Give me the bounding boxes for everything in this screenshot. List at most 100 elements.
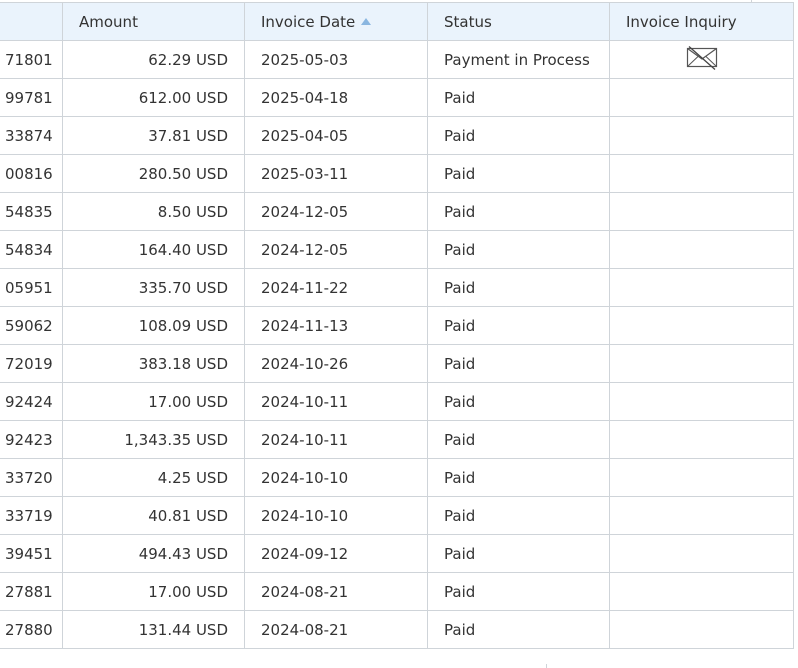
- status-cell: Paid: [427, 610, 610, 649]
- invoice-number-cell[interactable]: 54835: [0, 192, 63, 231]
- table-row[interactable]: 00816 280.50 USD 2025-03-11 Paid: [0, 154, 794, 193]
- table-row[interactable]: 33720 4.25 USD 2024-10-10 Paid: [0, 458, 794, 497]
- invoice-inquiry-cell: [609, 420, 794, 459]
- status-cell: Payment in Process: [427, 40, 610, 79]
- table-row[interactable]: 54834 164.40 USD 2024-12-05 Paid: [0, 230, 794, 269]
- column-header-invoice-number[interactable]: [0, 2, 63, 41]
- table-row[interactable]: 39451 494.43 USD 2024-09-12 Paid: [0, 534, 794, 573]
- invoice-number-cell[interactable]: 27881: [0, 572, 63, 611]
- invoice-number-cell[interactable]: 71801: [0, 40, 63, 79]
- status-cell: Paid: [427, 116, 610, 155]
- table-row[interactable]: 27880 131.44 USD 2024-08-21 Paid: [0, 610, 794, 649]
- invoice-number-cell[interactable]: 05951: [0, 268, 63, 307]
- invoice-date-cell: 2024-08-21: [244, 610, 428, 649]
- table-row[interactable]: 92423 1,343.35 USD 2024-10-11 Paid: [0, 420, 794, 459]
- invoice-number-cell[interactable]: 92423: [0, 420, 63, 459]
- amount-cell: 131.44 USD: [62, 610, 245, 649]
- invoice-inquiry-cell: [609, 496, 794, 535]
- sort-arrow-up-icon[interactable]: [361, 17, 372, 25]
- invoice-number-cell[interactable]: 99781: [0, 78, 63, 117]
- invoice-inquiry-cell: [609, 230, 794, 269]
- status-cell: Paid: [427, 534, 610, 573]
- table-row[interactable]: 92424 17.00 USD 2024-10-11 Paid: [0, 382, 794, 421]
- invoice-number-cell[interactable]: 33719: [0, 496, 63, 535]
- invoice-date-cell: 2024-12-05: [244, 230, 428, 269]
- status-cell: Paid: [427, 78, 610, 117]
- invoice-inquiry-cell: [609, 78, 794, 117]
- invoice-number-cell[interactable]: 00816: [0, 154, 63, 193]
- table-header-row: Amount Invoice Date Status Invoice Inqui…: [0, 2, 794, 41]
- column-header-invoice-inquiry[interactable]: Invoice Inquiry: [609, 2, 794, 41]
- invoice-number-cell[interactable]: 39451: [0, 534, 63, 573]
- status-cell: Paid: [427, 572, 610, 611]
- invoice-date-cell: 2025-03-11: [244, 154, 428, 193]
- table-row[interactable]: 54835 8.50 USD 2024-12-05 Paid: [0, 192, 794, 231]
- invoice-number-cell[interactable]: 72019: [0, 344, 63, 383]
- invoice-date-cell: 2025-04-05: [244, 116, 428, 155]
- invoice-grid-viewport: Amount Invoice Date Status Invoice Inqui…: [0, 0, 798, 668]
- invoice-number-cell[interactable]: 92424: [0, 382, 63, 421]
- invoice-inquiry-cell: [609, 306, 794, 345]
- status-cell: Paid: [427, 382, 610, 421]
- amount-cell: 108.09 USD: [62, 306, 245, 345]
- invoice-inquiry-cell: [609, 534, 794, 573]
- amount-cell: 40.81 USD: [62, 496, 245, 535]
- amount-cell: 383.18 USD: [62, 344, 245, 383]
- column-header-status[interactable]: Status: [427, 2, 610, 41]
- status-cell: Paid: [427, 496, 610, 535]
- invoice-inquiry-cell: [609, 154, 794, 193]
- grid-divider-tick: [546, 664, 547, 668]
- invoice-date-cell: 2024-10-10: [244, 458, 428, 497]
- invoice-date-cell: 2024-10-10: [244, 496, 428, 535]
- status-cell: Paid: [427, 306, 610, 345]
- status-cell: Paid: [427, 458, 610, 497]
- amount-cell: 1,343.35 USD: [62, 420, 245, 459]
- invoice-number-cell[interactable]: 59062: [0, 306, 63, 345]
- table-row[interactable]: 05951 335.70 USD 2024-11-22 Paid: [0, 268, 794, 307]
- status-cell: Paid: [427, 268, 610, 307]
- table-row[interactable]: 59062 108.09 USD 2024-11-13 Paid: [0, 306, 794, 345]
- table-row[interactable]: 71801 62.29 USD 2025-05-03 Payment in Pr…: [0, 40, 794, 79]
- invoice-inquiry-cell: [609, 192, 794, 231]
- table-row[interactable]: 33874 37.81 USD 2025-04-05 Paid: [0, 116, 794, 155]
- amount-cell: 612.00 USD: [62, 78, 245, 117]
- amount-cell: 17.00 USD: [62, 572, 245, 611]
- invoice-inquiry-cell: [609, 344, 794, 383]
- invoice-date-cell: 2025-05-03: [244, 40, 428, 79]
- invoice-date-cell: 2024-08-21: [244, 572, 428, 611]
- invoice-inquiry-cell: [609, 572, 794, 611]
- amount-cell: 8.50 USD: [62, 192, 245, 231]
- status-cell: Paid: [427, 230, 610, 269]
- amount-cell: 17.00 USD: [62, 382, 245, 421]
- table-row[interactable]: 33719 40.81 USD 2024-10-10 Paid: [0, 496, 794, 535]
- status-cell: Paid: [427, 154, 610, 193]
- invoice-inquiry-cell: [609, 610, 794, 649]
- table-row[interactable]: 99781 612.00 USD 2025-04-18 Paid: [0, 78, 794, 117]
- invoice-date-cell: 2024-11-22: [244, 268, 428, 307]
- amount-cell: 335.70 USD: [62, 268, 245, 307]
- invoice-number-cell[interactable]: 33720: [0, 458, 63, 497]
- amount-cell: 280.50 USD: [62, 154, 245, 193]
- invoice-date-cell: 2024-10-11: [244, 420, 428, 459]
- amount-cell: 37.81 USD: [62, 116, 245, 155]
- amount-cell: 4.25 USD: [62, 458, 245, 497]
- invoice-inquiry-cell: [609, 458, 794, 497]
- invoice-date-cell: 2024-11-13: [244, 306, 428, 345]
- column-header-amount[interactable]: Amount: [62, 2, 245, 41]
- invoice-inquiry-cell[interactable]: [609, 40, 794, 79]
- invoice-date-cell: 2024-09-12: [244, 534, 428, 573]
- amount-cell: 494.43 USD: [62, 534, 245, 573]
- invoice-date-cell: 2024-10-26: [244, 344, 428, 383]
- column-header-invoice-date[interactable]: Invoice Date: [244, 2, 428, 41]
- invoice-inquiry-cell: [609, 382, 794, 421]
- envelope-crossed-icon[interactable]: [686, 45, 718, 75]
- invoice-number-cell[interactable]: 33874: [0, 116, 63, 155]
- invoice-number-cell[interactable]: 54834: [0, 230, 63, 269]
- invoice-date-cell: 2024-10-11: [244, 382, 428, 421]
- invoice-inquiry-cell: [609, 116, 794, 155]
- invoice-number-cell[interactable]: 27880: [0, 610, 63, 649]
- table-row[interactable]: 27881 17.00 USD 2024-08-21 Paid: [0, 572, 794, 611]
- invoice-date-cell: 2025-04-18: [244, 78, 428, 117]
- table-row[interactable]: 72019 383.18 USD 2024-10-26 Paid: [0, 344, 794, 383]
- amount-cell: 164.40 USD: [62, 230, 245, 269]
